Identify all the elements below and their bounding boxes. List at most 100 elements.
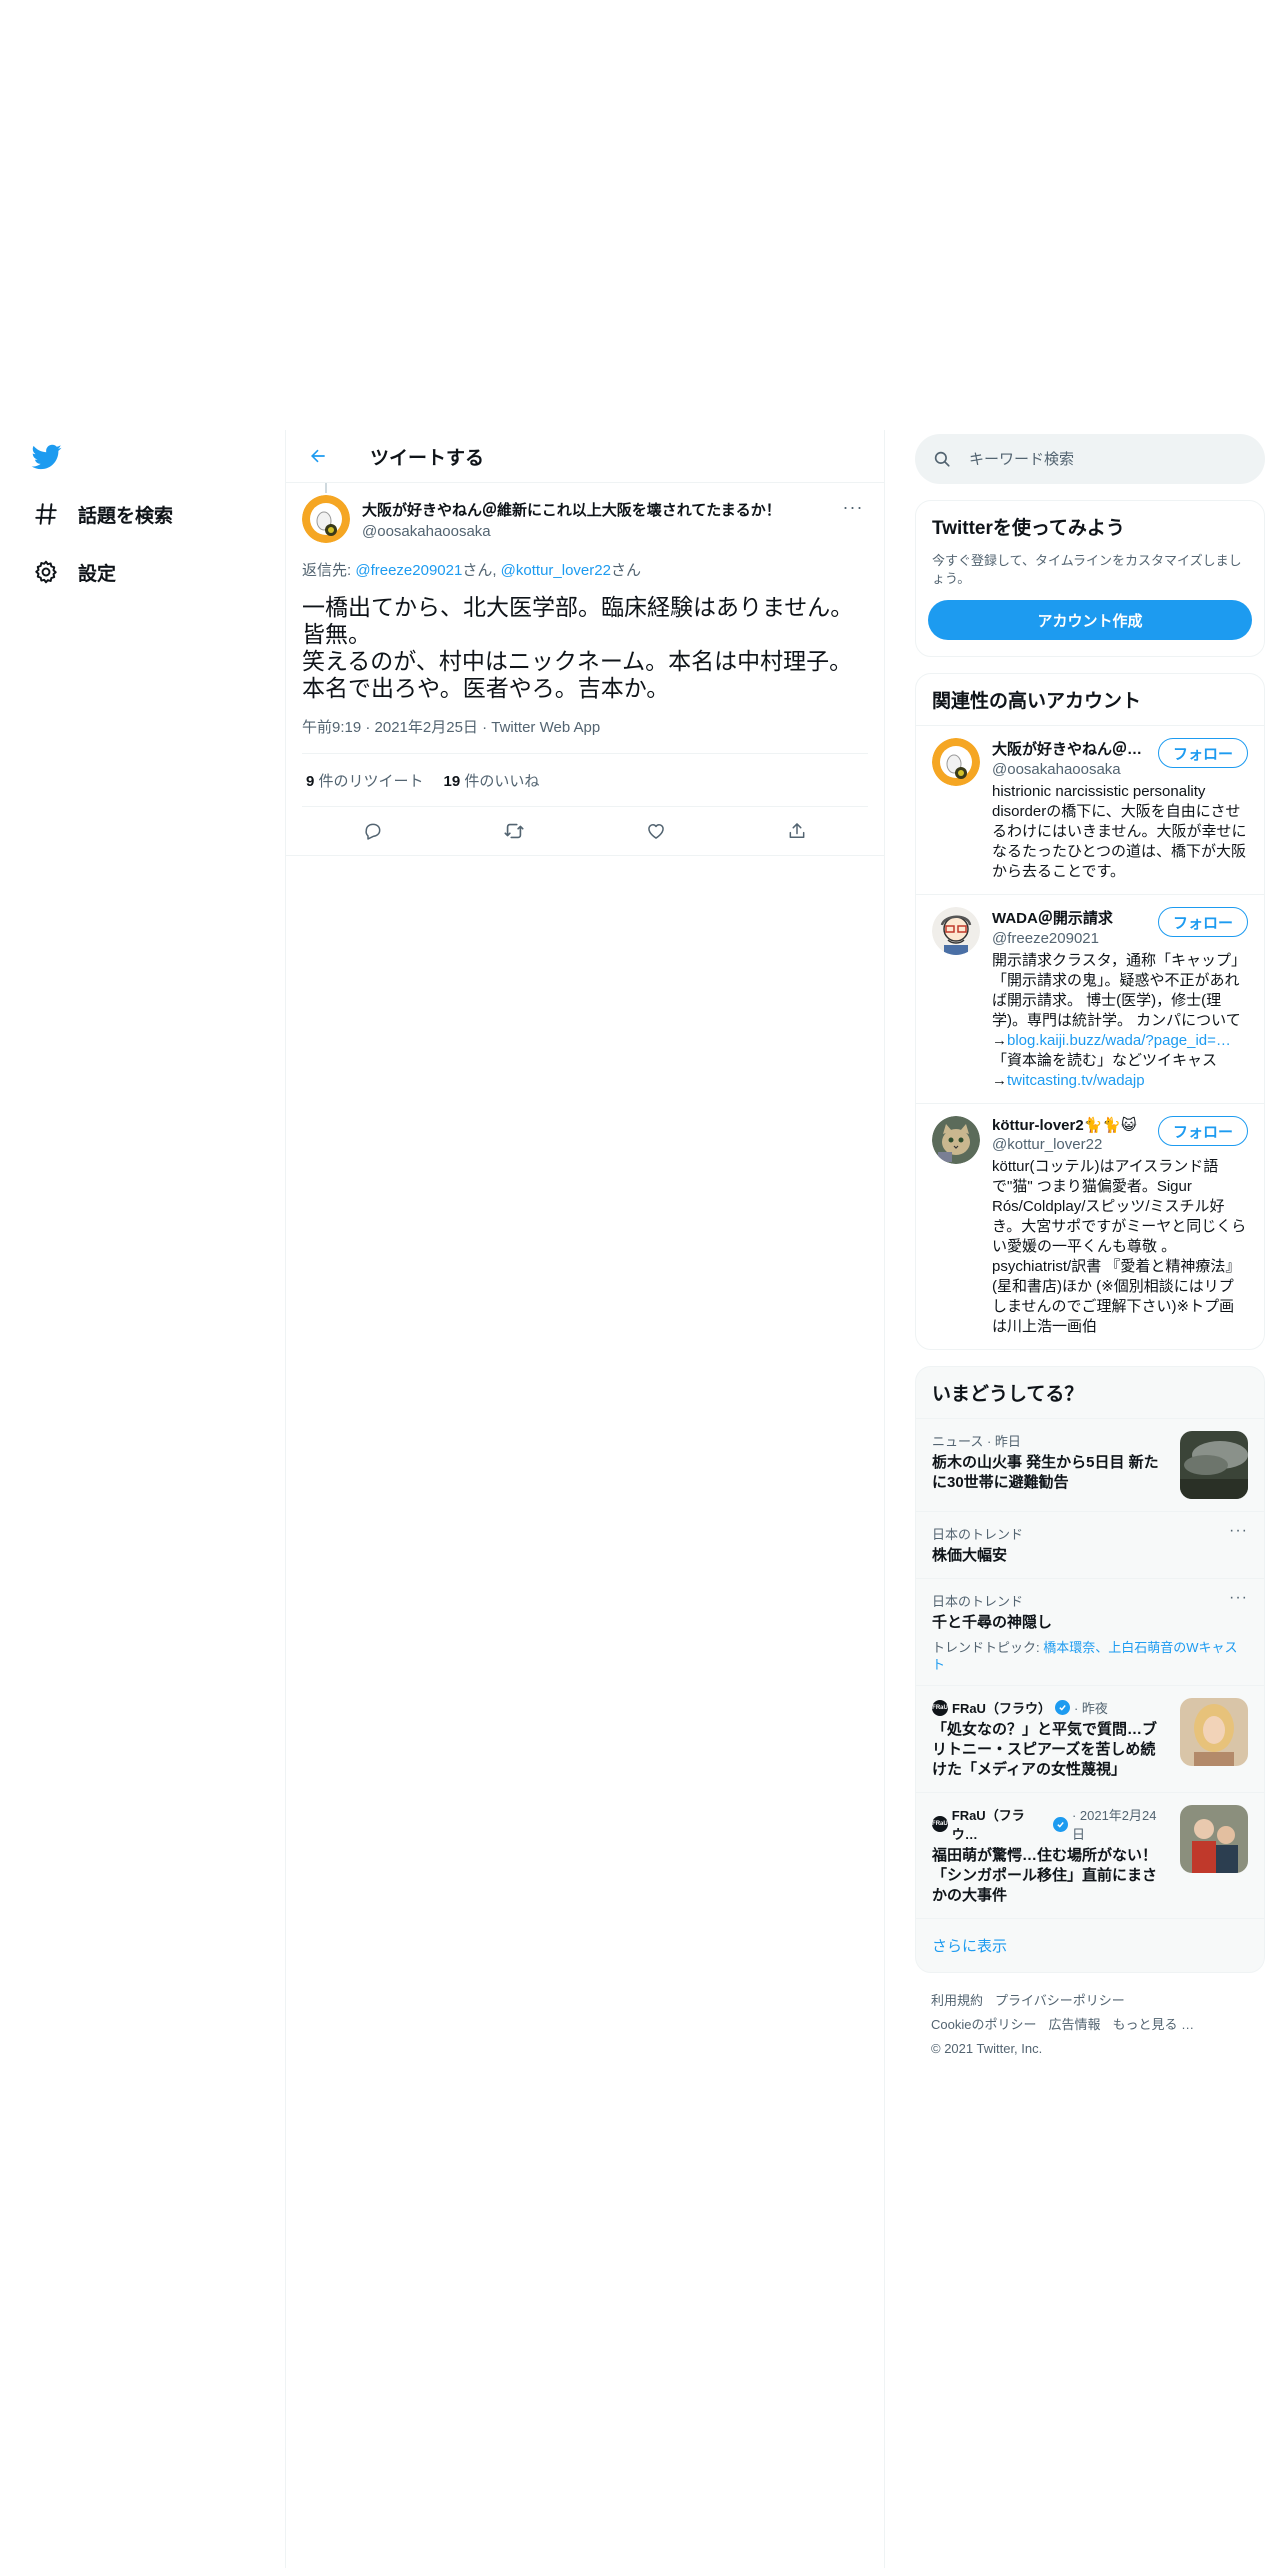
tweet-stats: 9 件のリツイート 19 件のいいね: [302, 754, 868, 807]
account-item[interactable]: WADA＠開示請求 @freeze209021 フォロー 開示請求クラスタ，通称…: [916, 894, 1264, 1103]
account-name[interactable]: 大阪が好きやねん＠維新にこれ以上大阪を壊されてたまるか！: [992, 738, 1150, 759]
source-name: FRaU（フラウ）: [952, 1701, 1051, 1716]
news-source-line: FRaU FRaU（フラウ… · 2021年2月24日: [932, 1805, 1168, 1843]
footer-link-privacy[interactable]: プライバシーポリシー: [995, 1993, 1125, 2008]
follow-button[interactable]: フォロー: [1157, 907, 1248, 937]
account-handle[interactable]: @kottur_lover22: [992, 1136, 1150, 1153]
tweet-timestamp[interactable]: 午前9:19 · 2021年2月25日 · Twitter Web App: [302, 716, 868, 754]
trend-title: 福田萌が驚愕…住む場所がない！「シンガポール移住」直前にまさかの大事件: [932, 1847, 1158, 1904]
bio-link[interactable]: twitcasting.tv/wadajp: [1007, 1072, 1145, 1089]
related-accounts-card: 関連性の高いアカウント 大阪が好きやねん＠維新にこれ以上大阪を壊されてたまるか！…: [915, 673, 1265, 1350]
search-box[interactable]: [915, 434, 1265, 484]
related-title: 関連性の高いアカウント: [932, 691, 1142, 712]
trends-card: いまどうしてる？ ニュース · 昨日 栃木の山火事 発生から5日目 新たに30世…: [915, 1366, 1265, 1973]
share-icon: [789, 823, 805, 838]
follow-button[interactable]: フォロー: [1157, 738, 1248, 768]
trend-item[interactable]: ニュース · 昨日 栃木の山火事 発生から5日目 新たに30世帯に避難勧告: [916, 1418, 1264, 1511]
tweet: 大阪が好きやねん＠維新にこれ以上大阪を壊されてたまるか！ @oosakahaoo…: [286, 483, 884, 856]
author-avatar[interactable]: [302, 495, 350, 543]
reply-san: さん: [610, 562, 641, 579]
account-bio: köttur(コッテル)はアイスランド語で"猫" つまり猫偏愛者。Sigur R…: [992, 1158, 1247, 1335]
source-name: FRaU（フラウ…: [951, 1808, 1025, 1842]
trend-context: ニュース · 昨日: [932, 1434, 1021, 1449]
smoke-photo-thumbnail: [1180, 1431, 1248, 1499]
twitter-logo-icon[interactable]: [30, 442, 64, 472]
source-logo-icon: FRaU: [932, 1816, 948, 1832]
footer-link-ads[interactable]: 広告情報: [1048, 2017, 1100, 2032]
trend-more-button[interactable]: ···: [1229, 1522, 1248, 1540]
nav-label-settings: 設定: [78, 563, 117, 585]
share-button[interactable]: [779, 813, 815, 849]
retweets-label: 件のリツイート: [314, 772, 424, 790]
avatar[interactable]: [932, 1116, 980, 1164]
footer: 利用規約 プライバシーポリシー Cookieのポリシー 広告情報 もっと見る … © …: [915, 1973, 1265, 2077]
author-handle[interactable]: @oosakahaoosaka: [362, 523, 838, 540]
tweet-text: 一橋出てから、北大医学部。臨床経験はありません。皆無。 笑えるのが、村中はニック…: [302, 594, 868, 702]
reply-icon: [365, 823, 381, 840]
trend-title: 「処女なの？」と平気で質問…ブリトニー・スピアーズを苦しめ続けた「メディアの女性…: [932, 1721, 1158, 1778]
news-source-line: FRaU FRaU（フラウ） · 昨夜: [932, 1698, 1168, 1717]
show-more-link[interactable]: さらに表示: [916, 1918, 1264, 1972]
reply-user-link[interactable]: @kottur_lover22: [501, 562, 611, 579]
retweets-stat[interactable]: 9 件のリツイート: [306, 770, 424, 791]
footer-link-cookies[interactable]: Cookieのポリシー: [931, 2017, 1036, 2032]
likes-stat[interactable]: 19 件のいいね: [444, 770, 540, 791]
trend-topic-prefix: トレンドトピック:: [932, 1640, 1044, 1655]
reply-san: さん,: [462, 562, 501, 579]
signup-card: Twitterを使ってみよう 今すぐ登録して、タイムラインをカスタマイズしましょ…: [915, 500, 1265, 657]
footer-link-more[interactable]: もっと見る …: [1112, 2017, 1194, 2032]
hashtag-icon: [30, 498, 62, 530]
account-item[interactable]: 大阪が好きやねん＠維新にこれ以上大阪を壊されてたまるか！ @oosakahaoo…: [916, 725, 1264, 894]
trend-item[interactable]: FRaU FRaU（フラウ） · 昨夜 「処女なの？」と平気で質問…ブリトニー・…: [916, 1685, 1264, 1792]
avatar[interactable]: [932, 738, 980, 786]
search-input[interactable]: [969, 450, 1229, 468]
back-button[interactable]: [300, 438, 336, 474]
reply-button[interactable]: [355, 813, 391, 849]
trend-topic: トレンドトピック: 橋本環奈、上白石萌音のWキャスト: [932, 1639, 1248, 1673]
nav-item-explore[interactable]: 話題を検索: [30, 494, 173, 534]
trend-more-button[interactable]: ···: [1229, 1589, 1248, 1607]
trend-item[interactable]: FRaU FRaU（フラウ… · 2021年2月24日 福田萌が驚愕…住む場所が…: [916, 1792, 1264, 1918]
account-bio: histrionic narcissistic personality diso…: [992, 783, 1247, 880]
account-handle[interactable]: @oosakahaoosaka: [992, 761, 1150, 778]
tweet-text-line: 一橋出てから、北大医学部。臨床経験はありません。皆無。: [302, 594, 854, 647]
trend-item[interactable]: 日本のトレンド 千と千尋の神隠し トレンドトピック: 橋本環奈、上白石萌音のWキ…: [916, 1578, 1264, 1685]
like-button[interactable]: [638, 813, 674, 849]
likes-label: 件のいいね: [460, 772, 540, 790]
create-account-button[interactable]: アカウント作成: [928, 600, 1252, 640]
trend-title: 千と千尋の神隠し: [932, 1614, 1053, 1631]
bio-link[interactable]: blog.kaiji.buzz/wada/?page_id=…: [1007, 1032, 1231, 1049]
reply-to-line: 返信先: @freeze209021さん, @kottur_lover22さん: [302, 559, 868, 580]
tweet-text-line: 笑えるのが、村中はニックネーム。本名は中村理子。本名で出ろや。医者やろ。吉本か。: [302, 648, 853, 701]
family-photo-thumbnail: [1180, 1805, 1248, 1873]
more-options-button[interactable]: ···: [838, 495, 868, 519]
thread-line: [325, 483, 327, 493]
likes-count: 19: [443, 772, 461, 790]
trend-item[interactable]: 日本のトレンド 株価大幅安 ···: [916, 1511, 1264, 1578]
account-item[interactable]: köttur-lover2🐈🐈😺 @kottur_lover22 フォロー kö…: [916, 1103, 1264, 1349]
portrait-photo-thumbnail: [1180, 1698, 1248, 1766]
search-icon: [934, 451, 950, 467]
tweet-header: 大阪が好きやねん＠維新にこれ以上大阪を壊されてたまるか！ @oosakahaoo…: [302, 483, 868, 555]
follow-button[interactable]: フォロー: [1157, 1116, 1248, 1146]
retweet-button[interactable]: [496, 813, 532, 849]
trends-title: いまどうしてる？: [932, 1384, 1084, 1405]
trend-title: 株価大幅安: [932, 1547, 1008, 1564]
reply-prefix: 返信先:: [302, 562, 356, 579]
nav-item-settings[interactable]: 設定: [30, 552, 116, 592]
reply-user-link[interactable]: @freeze209021: [355, 562, 462, 579]
gear-icon: [30, 556, 62, 588]
tweet-actions: [286, 807, 884, 856]
source-logo-icon: FRaU: [932, 1699, 948, 1716]
page-title: ツイートする: [370, 447, 485, 469]
signup-title: Twitterを使ってみよう: [932, 518, 1125, 539]
account-handle[interactable]: @freeze209021: [992, 930, 1150, 947]
heart-icon: [647, 824, 664, 839]
footer-link-terms[interactable]: 利用規約: [931, 1993, 983, 2008]
signup-subtitle: 今すぐ登録して、タイムラインをカスタマイズしましょう。: [932, 553, 1242, 586]
account-name[interactable]: köttur-lover2🐈🐈😺: [992, 1116, 1150, 1134]
arrow-left-icon: [311, 449, 325, 463]
avatar[interactable]: [932, 907, 980, 955]
account-name[interactable]: WADA＠開示請求: [992, 907, 1150, 928]
author-name[interactable]: 大阪が好きやねん＠維新にこれ以上大阪を壊されてたまるか！: [362, 495, 838, 520]
